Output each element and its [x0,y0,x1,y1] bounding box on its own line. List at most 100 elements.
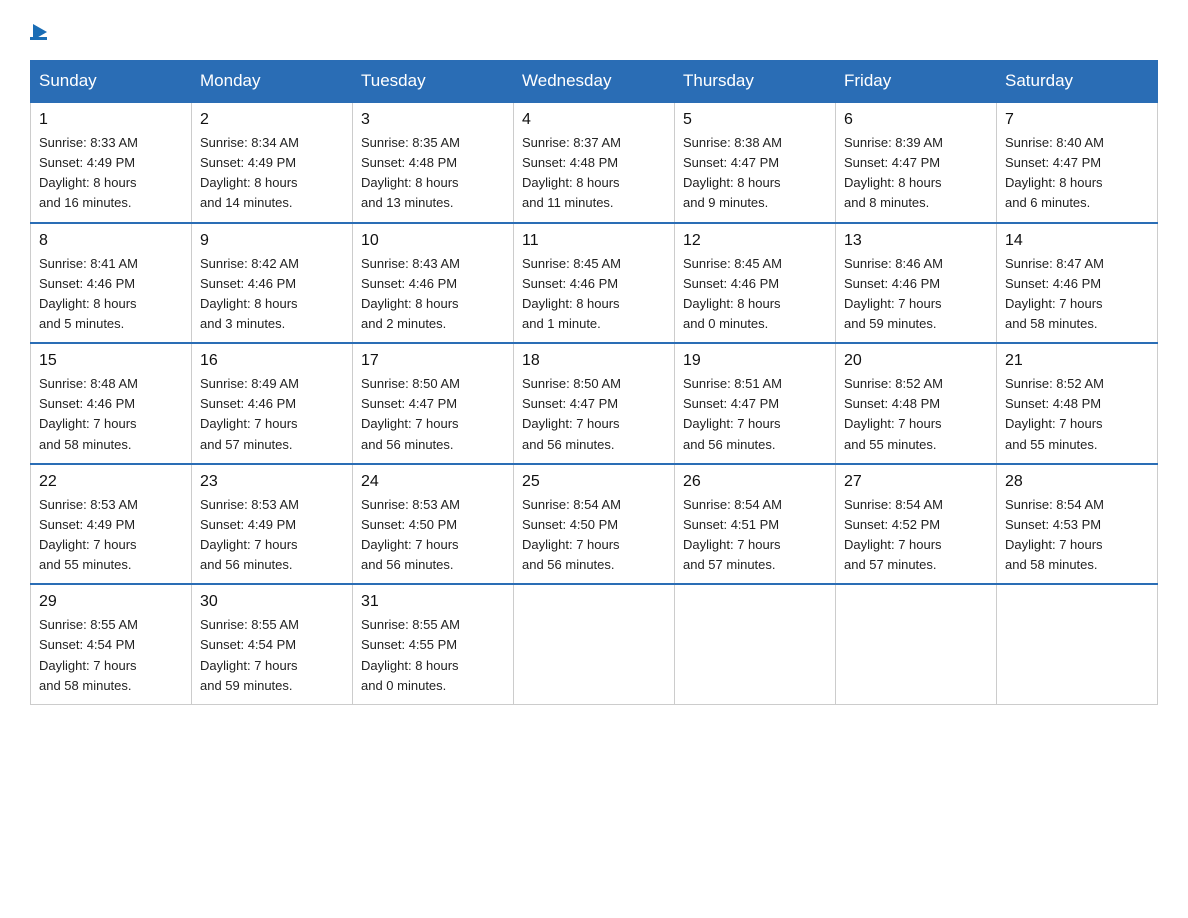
logo [30,20,47,40]
day-cell-27: 27 Sunrise: 8:54 AM Sunset: 4:52 PM Dayli… [836,464,997,585]
weekday-header-row: SundayMondayTuesdayWednesdayThursdayFrid… [31,61,1158,103]
day-info: Sunrise: 8:54 AM Sunset: 4:53 PM Dayligh… [1005,495,1149,576]
day-cell-20: 20 Sunrise: 8:52 AM Sunset: 4:48 PM Dayli… [836,343,997,464]
day-number: 28 [1005,473,1149,491]
day-info: Sunrise: 8:45 AM Sunset: 4:46 PM Dayligh… [522,254,666,335]
day-number: 3 [361,111,505,129]
day-number: 17 [361,352,505,370]
day-info: Sunrise: 8:49 AM Sunset: 4:46 PM Dayligh… [200,374,344,455]
day-number: 25 [522,473,666,491]
day-number: 6 [844,111,988,129]
day-cell-21: 21Sunrise: 8:52 AM Sunset: 4:48 PM Dayli… [997,343,1158,464]
day-info: Sunrise: 8:39 AM Sunset: 4:47 PM Dayligh… [844,133,988,214]
day-info: Sunrise: 8:45 AM Sunset: 4:46 PM Dayligh… [683,254,827,335]
day-info: Sunrise: 8:53 AM Sunset: 4:49 PM Dayligh… [200,495,344,576]
day-info: Sunrise: 8:51 AM Sunset: 4:47 PM Dayligh… [683,374,827,455]
day-cell-12: 12 Sunrise: 8:45 AM Sunset: 4:46 PM Dayli… [675,223,836,344]
day-number: 21 [1005,352,1149,370]
day-number: 10 [361,232,505,250]
day-number: 9 [200,232,344,250]
day-number: 13 [844,232,988,250]
day-cell-31: 31 Sunrise: 8:55 AM Sunset: 4:55 PM Dayli… [353,584,514,704]
day-number: 29 [39,593,183,611]
day-number: 12 [683,232,827,250]
calendar-table: SundayMondayTuesdayWednesdayThursdayFrid… [30,60,1158,705]
week-row-5: 29 Sunrise: 8:55 AM Sunset: 4:54 PM Dayli… [31,584,1158,704]
day-number: 30 [200,593,344,611]
day-cell-2: 2Sunrise: 8:34 AM Sunset: 4:49 PM Daylig… [192,102,353,223]
day-cell-16: 16 Sunrise: 8:49 AM Sunset: 4:46 PM Dayli… [192,343,353,464]
empty-cell [836,584,997,704]
day-info: Sunrise: 8:41 AM Sunset: 4:46 PM Dayligh… [39,254,183,335]
weekday-header-thursday: Thursday [675,61,836,103]
day-number: 19 [683,352,827,370]
day-number: 24 [361,473,505,491]
day-info: Sunrise: 8:53 AM Sunset: 4:49 PM Dayligh… [39,495,183,576]
day-info: Sunrise: 8:40 AM Sunset: 4:47 PM Dayligh… [1005,133,1149,214]
day-cell-14: 14 Sunrise: 8:47 AM Sunset: 4:46 PM Dayli… [997,223,1158,344]
day-cell-30: 30Sunrise: 8:55 AM Sunset: 4:54 PM Dayli… [192,584,353,704]
weekday-header-monday: Monday [192,61,353,103]
weekday-header-tuesday: Tuesday [353,61,514,103]
day-info: Sunrise: 8:50 AM Sunset: 4:47 PM Dayligh… [361,374,505,455]
empty-cell [514,584,675,704]
day-info: Sunrise: 8:54 AM Sunset: 4:51 PM Dayligh… [683,495,827,576]
day-info: Sunrise: 8:35 AM Sunset: 4:48 PM Dayligh… [361,133,505,214]
day-cell-1: 1Sunrise: 8:33 AM Sunset: 4:49 PM Daylig… [31,102,192,223]
day-info: Sunrise: 8:42 AM Sunset: 4:46 PM Dayligh… [200,254,344,335]
day-number: 16 [200,352,344,370]
day-info: Sunrise: 8:46 AM Sunset: 4:46 PM Dayligh… [844,254,988,335]
day-cell-29: 29 Sunrise: 8:55 AM Sunset: 4:54 PM Dayli… [31,584,192,704]
day-cell-15: 15Sunrise: 8:48 AM Sunset: 4:46 PM Dayli… [31,343,192,464]
day-number: 20 [844,352,988,370]
day-cell-26: 26 Sunrise: 8:54 AM Sunset: 4:51 PM Dayli… [675,464,836,585]
day-number: 23 [200,473,344,491]
day-cell-6: 6 Sunrise: 8:39 AM Sunset: 4:47 PM Daylig… [836,102,997,223]
day-cell-23: 23 Sunrise: 8:53 AM Sunset: 4:49 PM Dayli… [192,464,353,585]
day-number: 31 [361,593,505,611]
day-cell-8: 8 Sunrise: 8:41 AM Sunset: 4:46 PM Daylig… [31,223,192,344]
day-number: 14 [1005,232,1149,250]
day-info: Sunrise: 8:54 AM Sunset: 4:50 PM Dayligh… [522,495,666,576]
empty-cell [675,584,836,704]
day-cell-9: 9 Sunrise: 8:42 AM Sunset: 4:46 PM Daylig… [192,223,353,344]
day-info: Sunrise: 8:55 AM Sunset: 4:55 PM Dayligh… [361,615,505,696]
day-number: 7 [1005,111,1149,129]
weekday-header-sunday: Sunday [31,61,192,103]
day-cell-19: 19 Sunrise: 8:51 AM Sunset: 4:47 PM Dayli… [675,343,836,464]
day-cell-25: 25 Sunrise: 8:54 AM Sunset: 4:50 PM Dayli… [514,464,675,585]
day-info: Sunrise: 8:47 AM Sunset: 4:46 PM Dayligh… [1005,254,1149,335]
day-number: 15 [39,352,183,370]
day-cell-24: 24 Sunrise: 8:53 AM Sunset: 4:50 PM Dayli… [353,464,514,585]
day-cell-7: 7 Sunrise: 8:40 AM Sunset: 4:47 PM Daylig… [997,102,1158,223]
page-header [30,20,1158,40]
week-row-1: 1Sunrise: 8:33 AM Sunset: 4:49 PM Daylig… [31,102,1158,223]
day-number: 26 [683,473,827,491]
weekday-header-friday: Friday [836,61,997,103]
day-info: Sunrise: 8:34 AM Sunset: 4:49 PM Dayligh… [200,133,344,214]
day-info: Sunrise: 8:53 AM Sunset: 4:50 PM Dayligh… [361,495,505,576]
day-number: 18 [522,352,666,370]
day-cell-22: 22Sunrise: 8:53 AM Sunset: 4:49 PM Dayli… [31,464,192,585]
day-cell-28: 28 Sunrise: 8:54 AM Sunset: 4:53 PM Dayli… [997,464,1158,585]
week-row-3: 15Sunrise: 8:48 AM Sunset: 4:46 PM Dayli… [31,343,1158,464]
empty-cell [997,584,1158,704]
day-cell-13: 13 Sunrise: 8:46 AM Sunset: 4:46 PM Dayli… [836,223,997,344]
day-number: 11 [522,232,666,250]
day-number: 27 [844,473,988,491]
day-cell-3: 3 Sunrise: 8:35 AM Sunset: 4:48 PM Daylig… [353,102,514,223]
day-info: Sunrise: 8:33 AM Sunset: 4:49 PM Dayligh… [39,133,183,214]
day-cell-17: 17 Sunrise: 8:50 AM Sunset: 4:47 PM Dayli… [353,343,514,464]
day-info: Sunrise: 8:43 AM Sunset: 4:46 PM Dayligh… [361,254,505,335]
day-cell-10: 10 Sunrise: 8:43 AM Sunset: 4:46 PM Dayli… [353,223,514,344]
day-cell-11: 11 Sunrise: 8:45 AM Sunset: 4:46 PM Dayli… [514,223,675,344]
day-cell-18: 18Sunrise: 8:50 AM Sunset: 4:47 PM Dayli… [514,343,675,464]
day-info: Sunrise: 8:55 AM Sunset: 4:54 PM Dayligh… [39,615,183,696]
week-row-4: 22Sunrise: 8:53 AM Sunset: 4:49 PM Dayli… [31,464,1158,585]
day-cell-4: 4Sunrise: 8:37 AM Sunset: 4:48 PM Daylig… [514,102,675,223]
day-number: 8 [39,232,183,250]
week-row-2: 8 Sunrise: 8:41 AM Sunset: 4:46 PM Daylig… [31,223,1158,344]
day-info: Sunrise: 8:54 AM Sunset: 4:52 PM Dayligh… [844,495,988,576]
day-info: Sunrise: 8:52 AM Sunset: 4:48 PM Dayligh… [844,374,988,455]
day-info: Sunrise: 8:37 AM Sunset: 4:48 PM Dayligh… [522,133,666,214]
